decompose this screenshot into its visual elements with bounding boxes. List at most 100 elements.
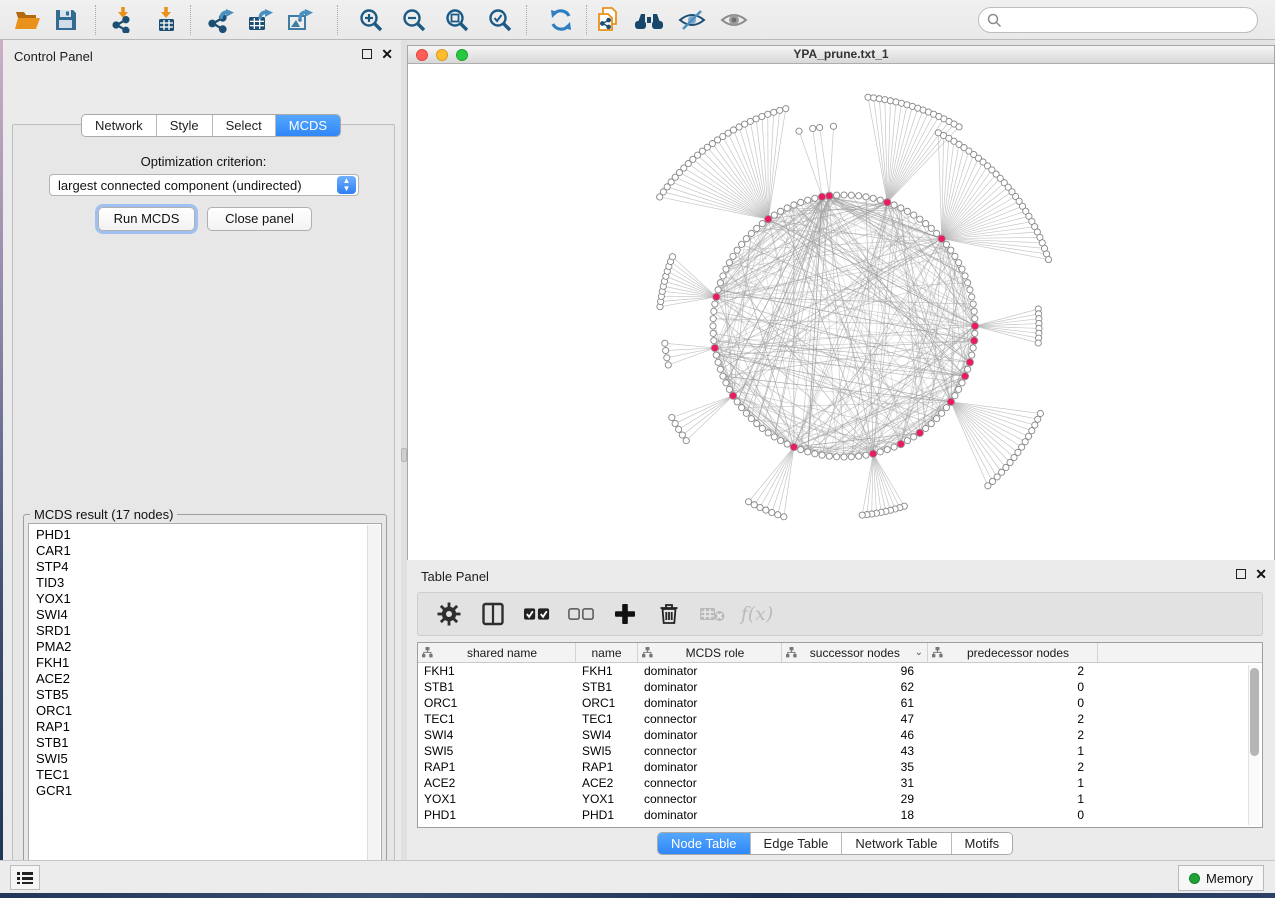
column-header-predecessor-nodes[interactable]: predecessor nodes	[928, 643, 1098, 662]
table-row[interactable]: PHD1PHD1dominator180	[418, 807, 1262, 823]
open-file-icon[interactable]	[13, 6, 43, 34]
optimization-criterion-label: Optimization criterion:	[13, 154, 394, 169]
window-close-icon[interactable]	[416, 49, 428, 61]
show-columns-icon[interactable]	[480, 601, 506, 627]
zoom-out-icon[interactable]	[399, 6, 429, 34]
dropdown-stepper-icon: ▲▼	[337, 176, 356, 194]
cell-MCDS-role: connector	[638, 775, 782, 791]
cell-MCDS-role: connector	[638, 791, 782, 807]
mcds-result-item[interactable]: YOX1	[36, 591, 381, 607]
mcds-result-item[interactable]: SRD1	[36, 623, 381, 639]
mcds-result-groupbox: MCDS result (17 nodes) PHD1CAR1STP4TID3Y…	[23, 507, 387, 877]
close-panel-button[interactable]: Close panel	[207, 207, 312, 231]
show-all-eye-icon[interactable]	[719, 6, 749, 34]
table-row[interactable]: TEC1TEC1connector472	[418, 711, 1262, 727]
close-table-panel-icon[interactable]: ✕	[1255, 569, 1267, 579]
mcds-result-item[interactable]: PHD1	[36, 527, 381, 543]
table-row[interactable]: ORC1ORC1dominator610	[418, 695, 1262, 711]
delete-icon[interactable]	[656, 601, 682, 627]
mcds-result-item[interactable]: SWI5	[36, 751, 381, 767]
cell-shared-name: FKH1	[418, 663, 576, 679]
float-table-panel-icon[interactable]	[1236, 569, 1246, 579]
table-tab-motifs[interactable]: Motifs	[952, 833, 1013, 854]
column-header-successor-nodes[interactable]: successor nodes⌄	[782, 643, 928, 662]
mcds-result-item[interactable]: ACE2	[36, 671, 381, 687]
table-tab-edge-table[interactable]: Edge Table	[751, 833, 843, 854]
tab-mcds[interactable]: MCDS	[276, 115, 340, 136]
export-network-icon[interactable]	[207, 6, 237, 34]
table-panel-header: Table Panel ✕	[407, 566, 1275, 586]
find-binoculars-icon[interactable]	[634, 6, 664, 34]
hide-selected-eye-icon[interactable]	[677, 6, 707, 34]
mcds-result-item[interactable]: RAP1	[36, 719, 381, 735]
optimization-criterion-select[interactable]: largest connected component (undirected)…	[49, 174, 359, 196]
network-canvas[interactable]	[408, 64, 1274, 560]
import-network-icon[interactable]	[108, 6, 138, 34]
cell-shared-name: ORC1	[418, 695, 576, 711]
memory-button[interactable]: Memory	[1178, 865, 1264, 891]
column-header-shared-name[interactable]: shared name	[418, 643, 576, 662]
table-row[interactable]: RAP1RAP1dominator352	[418, 759, 1262, 775]
table-tab-node-table[interactable]: Node Table	[658, 833, 751, 854]
export-image-icon[interactable]	[286, 6, 316, 34]
mcds-result-item[interactable]: SWI4	[36, 607, 381, 623]
table-row[interactable]: ACE2ACE2connector311	[418, 775, 1262, 791]
table-row[interactable]: YOX1YOX1connector291	[418, 791, 1262, 807]
cell-name: SWI4	[576, 727, 638, 743]
mcds-result-item[interactable]: TID3	[36, 575, 381, 591]
export-table-icon[interactable]	[246, 6, 276, 34]
float-panel-icon[interactable]	[362, 49, 372, 59]
table-row[interactable]: SWI5SWI5connector431	[418, 743, 1262, 759]
zoom-fit-icon[interactable]	[442, 6, 472, 34]
mcds-result-item[interactable]: STB5	[36, 687, 381, 703]
zoom-in-icon[interactable]	[356, 6, 386, 34]
select-all-icon[interactable]	[524, 601, 550, 627]
table-row[interactable]: SWI4SWI4dominator462	[418, 727, 1262, 743]
table-scrollbar-thumb[interactable]	[1250, 668, 1259, 756]
mcds-result-item[interactable]: CAR1	[36, 543, 381, 559]
mcds-result-item[interactable]: ORC1	[36, 703, 381, 719]
window-minimize-icon[interactable]	[436, 49, 448, 61]
mcds-result-item[interactable]: PMA2	[36, 639, 381, 655]
import-table-icon[interactable]	[151, 6, 181, 34]
refresh-layout-icon[interactable]	[546, 6, 576, 34]
unselect-all-icon[interactable]	[568, 601, 594, 627]
close-panel-icon[interactable]: ✕	[381, 49, 393, 59]
window-zoom-icon[interactable]	[456, 49, 468, 61]
column-header-name[interactable]: name	[576, 643, 638, 662]
mcds-list-scrollbar[interactable]	[367, 525, 380, 877]
mcds-result-item[interactable]: STP4	[36, 559, 381, 575]
tab-select[interactable]: Select	[213, 115, 276, 136]
search-input[interactable]	[1002, 10, 1257, 30]
table-scrollbar[interactable]	[1248, 665, 1260, 825]
network-graph[interactable]	[408, 64, 1274, 560]
task-history-button[interactable]	[10, 865, 40, 890]
mcds-result-item[interactable]: TEC1	[36, 767, 381, 783]
add-icon[interactable]	[612, 601, 638, 627]
mcds-result-item[interactable]: FKH1	[36, 655, 381, 671]
column-header-MCDS-role[interactable]: MCDS role	[638, 643, 782, 662]
table-row[interactable]: STB1STB1dominator620	[418, 679, 1262, 695]
cell-name: YOX1	[576, 791, 638, 807]
table-tab-network-table[interactable]: Network Table	[842, 833, 951, 854]
cell-successor-nodes: 43	[782, 743, 928, 759]
tab-network[interactable]: Network	[82, 115, 157, 136]
run-mcds-button[interactable]: Run MCDS	[98, 207, 195, 231]
save-session-icon[interactable]	[51, 6, 81, 34]
clone-network-icon[interactable]	[593, 6, 623, 34]
mcds-result-list[interactable]: PHD1CAR1STP4TID3YOX1SWI4SRD1PMA2FKH1ACE2…	[28, 523, 382, 877]
search-box[interactable]	[978, 7, 1258, 33]
mcds-result-item[interactable]: GCR1	[36, 783, 381, 799]
tab-style[interactable]: Style	[157, 115, 213, 136]
table-row[interactable]: FKH1FKH1dominator962	[418, 663, 1262, 679]
column-tree-icon	[422, 647, 433, 658]
settings-gear-icon[interactable]	[436, 601, 462, 627]
delete-table-icon	[700, 601, 726, 627]
mcds-result-item[interactable]: STB1	[36, 735, 381, 751]
network-titlebar[interactable]: YPA_prune.txt_1	[408, 46, 1274, 64]
cell-MCDS-role: dominator	[638, 759, 782, 775]
cell-successor-nodes: 31	[782, 775, 928, 791]
zoom-selected-icon[interactable]	[485, 6, 515, 34]
cell-predecessor-nodes: 2	[928, 663, 1098, 679]
memory-label: Memory	[1206, 871, 1253, 886]
